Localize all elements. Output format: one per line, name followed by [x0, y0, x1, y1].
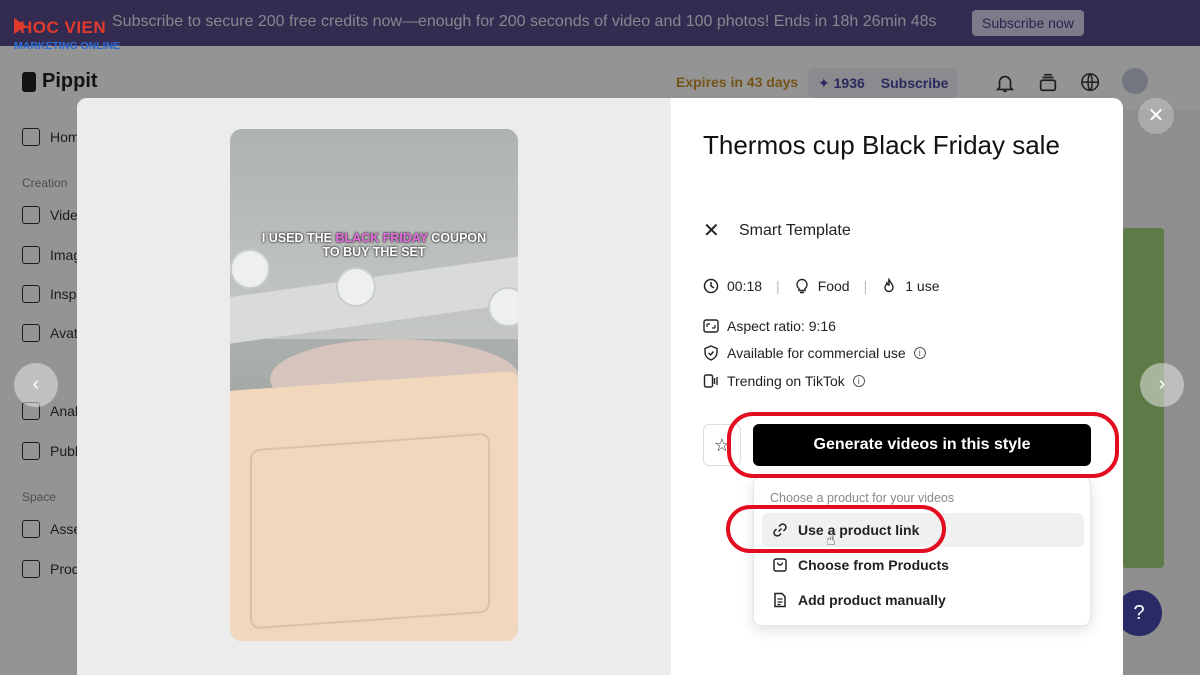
template-detail-modal: I USED THE BLACK FRIDAY COUPON TO BUY TH…	[77, 98, 1123, 675]
aspect-ratio-icon	[703, 319, 719, 333]
meta-separator: |	[776, 278, 780, 294]
info-icon[interactable]: i	[913, 347, 926, 359]
hand-cursor-icon: ☝	[826, 532, 836, 549]
phone-video-icon	[703, 374, 718, 388]
preview-pane: I USED THE BLACK FRIDAY COUPON TO BUY TH…	[77, 98, 671, 675]
watermark-line1: HOC VIEN	[20, 18, 107, 37]
flame-icon	[884, 278, 894, 293]
duration: 00:18	[727, 278, 763, 294]
close-modal-button[interactable]: ✕	[1138, 98, 1174, 134]
tray-graphic	[230, 370, 518, 641]
dropdown-item-label: Add product manually	[798, 592, 946, 608]
highlight-ring-product-link	[726, 505, 946, 553]
aspect-ratio: Aspect ratio: 9:16	[727, 318, 836, 334]
template-type: ✕ Smart Template	[703, 220, 851, 242]
watermark-line2: MARKETING ONLINE	[14, 40, 121, 52]
add-product-manually-option[interactable]: Add product manually	[762, 583, 1084, 617]
template-type-label: Smart Template	[739, 222, 851, 239]
caption-part1: I USED THE	[261, 231, 336, 245]
chevron-left-icon: ‹	[32, 373, 40, 395]
capcut-icon: ✕	[703, 220, 720, 242]
socket-graphic	[336, 267, 376, 307]
document-icon	[774, 592, 786, 608]
caption-highlight: BLACK FRIDAY	[335, 231, 428, 245]
next-button[interactable]: ›	[1140, 363, 1184, 407]
commercial-use: Available for commercial use	[727, 345, 906, 361]
template-meta: 00:18 | Food | 1 use	[703, 278, 940, 294]
aspect-ratio-row: Aspect ratio: 9:16	[703, 318, 836, 334]
tray-inner-graphic	[250, 432, 490, 630]
product-box-icon	[773, 558, 787, 572]
caption-line2: TO BUY THE SET	[322, 245, 426, 259]
category: Food	[817, 278, 850, 294]
info-icon[interactable]: i	[852, 375, 865, 387]
commercial-use-row: Available for commercial use i	[703, 345, 926, 361]
video-preview[interactable]: I USED THE BLACK FRIDAY COUPON TO BUY TH…	[230, 129, 518, 641]
clock-icon	[703, 278, 719, 294]
chevron-right-icon: ›	[1158, 373, 1166, 395]
usage-count: 1 use	[905, 278, 940, 294]
lightbulb-icon	[796, 278, 808, 294]
choose-from-products-option[interactable]: Choose from Products	[762, 548, 1084, 582]
video-caption: I USED THE BLACK FRIDAY COUPON TO BUY TH…	[230, 231, 518, 259]
caption-part2: COUPON	[427, 231, 487, 245]
previous-button[interactable]: ‹	[14, 363, 58, 407]
help-icon: ?	[1133, 602, 1145, 624]
dropdown-heading: Choose a product for your videos	[770, 491, 955, 505]
meta-separator: |	[863, 278, 868, 294]
close-icon: ✕	[1147, 105, 1165, 127]
highlight-ring-generate	[727, 412, 1119, 478]
trending-text: Trending on TikTok	[727, 373, 845, 389]
watermark-logo: HOC VIEN MARKETING ONLINE	[14, 14, 120, 64]
template-title: Thermos cup Black Friday sale	[703, 130, 1060, 160]
dropdown-item-label: Choose from Products	[798, 557, 949, 573]
template-info: Thermos cup Black Friday sale ✕ Smart Te…	[703, 98, 1123, 675]
trending-row: Trending on TikTok i	[703, 373, 865, 389]
shield-check-icon	[704, 345, 718, 361]
